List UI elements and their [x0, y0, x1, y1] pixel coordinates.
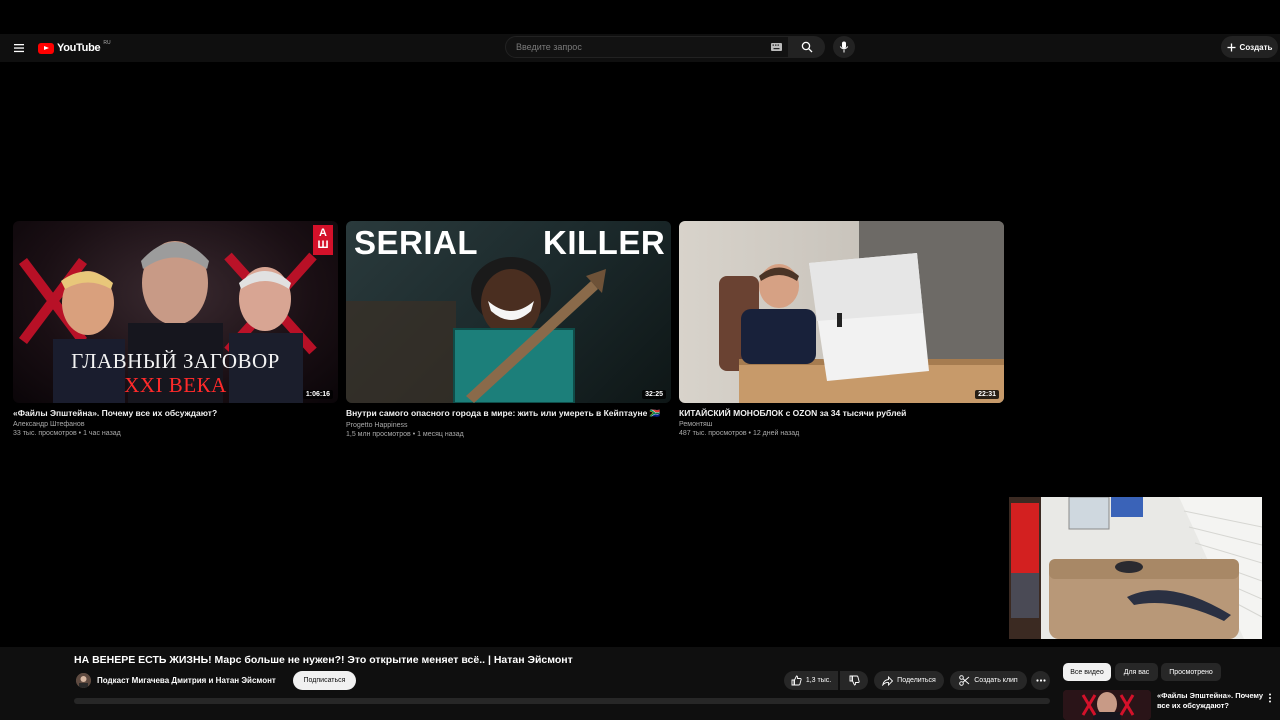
voice-search-button[interactable]: [833, 36, 855, 58]
video-thumbnail[interactable]: SERIAL KILLER 32:25: [346, 221, 671, 403]
chip-for-you[interactable]: Для вас: [1115, 663, 1158, 681]
video-duration: 1:06:16: [302, 390, 333, 399]
chip-all-videos[interactable]: Все видео: [1063, 663, 1111, 681]
channel-name[interactable]: Ремонтяш: [679, 421, 1004, 428]
share-icon: [882, 675, 894, 686]
video-title[interactable]: Внутри самого опасного города в мире: жи…: [346, 408, 671, 419]
logo-region: RU: [103, 40, 111, 46]
clip-label: Создать клип: [974, 677, 1018, 684]
search-input[interactable]: [506, 37, 766, 57]
video-card[interactable]: 22:31 КИТАЙСКИЙ МОНОБЛОК с OZON за 34 ты…: [679, 221, 1004, 437]
thumbnail-headline-left: SERIAL: [354, 224, 479, 261]
video-duration: 32:25: [642, 390, 666, 399]
video-card[interactable]: SERIAL KILLER 32:25 Внутри самого опасно…: [346, 221, 671, 438]
keyboard-icon[interactable]: [771, 43, 782, 51]
description-box[interactable]: [74, 698, 1050, 704]
view-count: 487 тыс. просмотров: [679, 430, 747, 437]
video-card[interactable]: АШ ГЛАВНЫЙ ЗАГОВОР XXI ВЕКА 1:06:16 «Фай…: [13, 221, 338, 437]
upload-age: 12 дней назад: [752, 430, 800, 437]
share-label: Поделиться: [897, 677, 936, 684]
video-meta: 487 тыс. просмотров • 12 дней назад: [679, 430, 1004, 437]
like-count: 1,3 тыс.: [805, 677, 832, 684]
video-meta: 33 тыс. просмотров • 1 час назад: [13, 430, 338, 437]
logo-text: YouTube: [57, 42, 101, 54]
view-count: 33 тыс. просмотров: [13, 430, 77, 437]
channel-name[interactable]: Progetto Happiness: [346, 422, 671, 429]
subscribe-button[interactable]: Подписаться: [293, 671, 356, 690]
thumbnail-art: [719, 221, 1004, 403]
upload-age: 1 час назад: [83, 430, 121, 437]
thumbs-up-icon: [791, 675, 802, 686]
search-icon: [801, 41, 813, 53]
thumbs-down-icon: [849, 675, 860, 686]
more-vertical-icon[interactable]: [1267, 693, 1273, 703]
now-playing-channel[interactable]: Подкаст Мигачева Дмитрия и Натан Эйсмонт: [97, 676, 276, 685]
video-meta: 1,5 млн просмотров • 1 месяц назад: [346, 431, 671, 438]
chip-watched[interactable]: Просмотрено: [1161, 663, 1221, 681]
dislike-button[interactable]: [840, 671, 868, 690]
channel-name[interactable]: Александр Штефанов: [13, 421, 338, 428]
recommended-thumbnail[interactable]: [1063, 690, 1151, 720]
create-clip-button[interactable]: Создать клип: [950, 671, 1027, 690]
youtube-logo[interactable]: YouTube RU: [38, 40, 111, 56]
like-button[interactable]: 1,3 тыс.: [784, 671, 838, 690]
youtube-play-icon: [38, 42, 54, 54]
create-label: Создать: [1239, 42, 1273, 52]
more-horizontal-icon: [1035, 679, 1046, 682]
more-actions-button[interactable]: [1031, 671, 1050, 690]
share-button[interactable]: Поделиться: [874, 671, 944, 690]
recommended-thumbnail-art: [1063, 690, 1151, 720]
video-thumbnail[interactable]: АШ ГЛАВНЫЙ ЗАГОВОР XXI ВЕКА 1:06:16: [13, 221, 338, 403]
plus-icon: [1227, 43, 1236, 51]
mini-player-frame: [1009, 497, 1262, 639]
mini-player[interactable]: [1009, 497, 1262, 639]
thumbnail-headline-1: ГЛАВНЫЙ ЗАГОВОР: [71, 349, 280, 373]
search-box: [505, 36, 789, 58]
video-thumbnail[interactable]: 22:31: [679, 221, 1004, 403]
create-button[interactable]: Создать: [1221, 36, 1278, 58]
video-title[interactable]: «Файлы Эпштейна». Почему все их обсуждаю…: [13, 408, 338, 418]
now-playing-title[interactable]: НА ВЕНЕРЕ ЕСТЬ ЖИЗНЬ! Марс больше не нуж…: [74, 654, 573, 666]
thumbnail-headline-right: KILLER: [543, 224, 666, 261]
now-playing-bar: НА ВЕНЕРЕ ЕСТЬ ЖИЗНЬ! Марс больше не нуж…: [0, 647, 1280, 720]
top-bar: YouTube RU Создать: [0, 34, 1280, 62]
avatar-image: [76, 673, 91, 688]
hamburger-menu-icon[interactable]: [12, 41, 26, 55]
view-count: 1,5 млн просмотров: [346, 431, 411, 438]
microphone-icon: [839, 41, 849, 53]
scissors-icon: [959, 675, 970, 686]
meta-separator: •: [78, 430, 82, 437]
thumbnail-badge: АШ: [317, 227, 329, 251]
video-duration: 22:31: [975, 390, 999, 399]
recommended-title[interactable]: «Файлы Эпштейна». Почему все их обсуждаю…: [1157, 691, 1267, 711]
channel-avatar[interactable]: [76, 673, 91, 688]
thumbnail-headline-2: XXI ВЕКА: [124, 373, 227, 397]
meta-separator: •: [412, 431, 416, 438]
video-title[interactable]: КИТАЙСКИЙ МОНОБЛОК с OZON за 34 тысячи р…: [679, 408, 1004, 418]
search-button[interactable]: [789, 36, 825, 58]
meta-separator: •: [748, 430, 751, 437]
upload-age: 1 месяц назад: [417, 431, 464, 438]
